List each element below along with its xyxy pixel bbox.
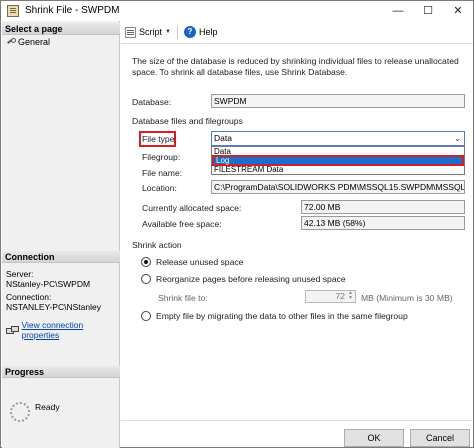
- connection-label: Connection:: [6, 292, 52, 302]
- window-title: Shrink File - SWPDM: [25, 5, 120, 16]
- title-bar: Shrink File - SWPDM — ☐ ✕: [1, 1, 473, 21]
- progress-spinner-icon: [10, 402, 30, 422]
- free-space-field: 42.13 MB (58%): [301, 216, 465, 230]
- left-panel: Select a page General Connection Server:…: [2, 21, 120, 448]
- location-label: Location:: [142, 183, 177, 193]
- cancel-button[interactable]: Cancel: [410, 429, 470, 447]
- database-label: Database:: [132, 97, 172, 107]
- reorganize-label: Reorganize pages before releasing unused…: [156, 274, 346, 284]
- file-type-select[interactable]: Data ⌄: [211, 131, 465, 146]
- select-page-header: Select a page: [2, 23, 120, 35]
- file-type-selected: Data: [214, 133, 232, 143]
- option-filestream-data[interactable]: FILESTREAM Data: [212, 165, 464, 174]
- files-section-label: Database files and filegroups: [132, 116, 243, 126]
- progress-status: Ready: [35, 402, 60, 412]
- filegroup-label: Filegroup:: [142, 152, 181, 162]
- wrench-icon: [6, 37, 16, 46]
- location-field: C:\ProgramData\SOLIDWORKS PDM\MSSQL15.SW…: [211, 180, 465, 194]
- radio-empty-icon: [141, 274, 151, 284]
- page-item-general[interactable]: General: [6, 36, 50, 47]
- minimize-button[interactable]: —: [383, 1, 413, 21]
- footer-divider: [121, 420, 473, 421]
- empty-file-radio[interactable]: Empty file by migrating the data to othe…: [141, 311, 408, 321]
- progress-header: Progress: [2, 366, 120, 378]
- allocated-space-field: 72.00 MB: [301, 200, 465, 214]
- database-icon: [7, 5, 19, 17]
- toolbar: Script ▼ ? Help: [121, 21, 473, 44]
- file-type-label: File type:: [142, 134, 177, 144]
- connection-properties-icon: [6, 325, 20, 335]
- chevron-down-icon: ▼: [165, 29, 171, 35]
- shrink-action-header: Shrink action: [132, 240, 182, 250]
- script-icon: [125, 26, 136, 38]
- script-button[interactable]: Script ▼: [125, 26, 171, 38]
- maximize-button[interactable]: ☐: [413, 1, 443, 21]
- view-connection-properties[interactable]: View connection properties: [6, 320, 119, 340]
- shrink-file-to-stepper[interactable]: 72 ▲ ▼: [305, 290, 356, 303]
- server-value: NStanley-PC\SWPDM: [6, 279, 91, 289]
- free-space-label: Available free space:: [142, 219, 222, 229]
- radio-selected-icon: [141, 257, 151, 267]
- file-name-label: File name:: [142, 168, 183, 178]
- release-unused-radio[interactable]: Release unused space: [141, 257, 243, 267]
- connection-header: Connection: [2, 251, 120, 263]
- help-icon: ?: [183, 26, 196, 38]
- view-connection-properties-link[interactable]: View connection properties: [21, 320, 119, 340]
- description: The size of the database is reduced by s…: [132, 56, 459, 77]
- shrink-file-to-label: Shrink file to:: [158, 293, 208, 303]
- page-item-label: General: [18, 36, 51, 47]
- ok-button[interactable]: OK: [344, 429, 404, 447]
- shrink-file-to-units: MB (Minimum is 30 MB): [361, 293, 453, 303]
- database-field: SWPDM: [211, 94, 465, 108]
- close-button[interactable]: ✕: [443, 1, 473, 21]
- stepper-arrows-icon[interactable]: ▲ ▼: [347, 291, 354, 302]
- toolbar-divider: [176, 25, 178, 39]
- shrink-file-to-value: 72: [335, 291, 345, 301]
- empty-file-label: Empty file by migrating the data to othe…: [156, 311, 408, 321]
- chevron-down-icon: ⌄: [454, 134, 461, 143]
- reorganize-radio[interactable]: Reorganize pages before releasing unused…: [141, 274, 346, 284]
- help-label: Help: [198, 27, 218, 37]
- file-type-dropdown: Data Log FILESTREAM Data: [211, 146, 465, 175]
- shrink-file-dialog: Shrink File - SWPDM — ☐ ✕ Select a page …: [0, 0, 474, 448]
- allocated-space-label: Currently allocated space:: [142, 203, 242, 213]
- server-label: Server:: [6, 269, 34, 279]
- connection-value: NSTANLEY-PC\NStanley: [6, 302, 101, 312]
- radio-empty-icon: [141, 311, 151, 321]
- script-label: Script: [139, 27, 163, 37]
- help-button[interactable]: ? Help: [183, 26, 218, 38]
- release-unused-label: Release unused space: [156, 257, 244, 267]
